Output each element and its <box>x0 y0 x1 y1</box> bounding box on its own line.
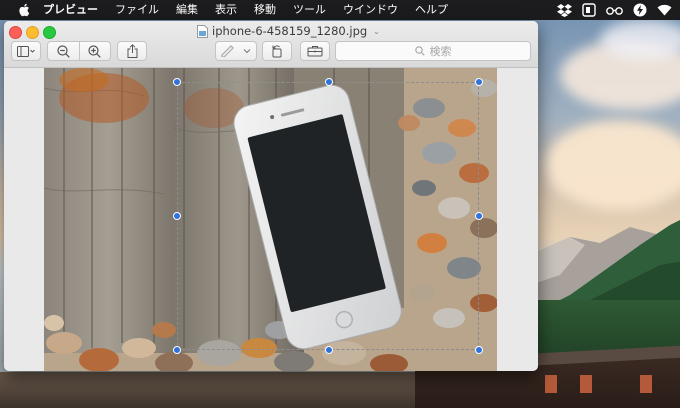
zoom-out-icon <box>57 44 70 58</box>
sidebar-toggle-icon <box>17 45 35 57</box>
search-placeholder: 検索 <box>429 45 452 58</box>
dropbox-icon[interactable] <box>557 3 572 17</box>
menu-file[interactable]: ファイル <box>115 0 159 20</box>
title-bar[interactable]: iphone-6-458159_1280.jpg ⌄ 検索 <box>4 21 538 68</box>
sidebar-toggle-button[interactable] <box>11 41 41 61</box>
chevron-down-icon[interactable]: ⌄ <box>373 27 380 36</box>
search-field[interactable]: 検索 <box>335 41 531 61</box>
markup-button[interactable] <box>215 41 257 61</box>
document-title-text: iphone-6-458159_1280.jpg <box>212 24 368 38</box>
rotate-icon <box>272 45 282 58</box>
menu-preview[interactable]: プレビュー <box>43 0 98 20</box>
zoom-button[interactable] <box>43 26 56 39</box>
document-title[interactable]: iphone-6-458159_1280.jpg ⌄ <box>197 23 380 39</box>
wifi-icon[interactable] <box>657 4 672 16</box>
share-button[interactable] <box>117 41 147 61</box>
apple-icon[interactable] <box>17 3 30 17</box>
lightning-icon[interactable] <box>633 3 647 17</box>
selection-handle-bottom-right[interactable] <box>475 346 483 354</box>
menu-window[interactable]: ウインドウ <box>343 0 398 20</box>
chevron-down-icon <box>243 49 251 54</box>
menu-help[interactable]: ヘルプ <box>415 0 448 20</box>
menu-view[interactable]: 表示 <box>215 0 237 20</box>
selection-handle-bottom[interactable] <box>325 346 333 354</box>
pen-markup-icon <box>221 45 234 57</box>
selection-handle-left[interactable] <box>173 212 181 220</box>
menu-edit[interactable]: 編集 <box>176 0 198 20</box>
selection-handle-right[interactable] <box>475 212 483 220</box>
menu-go[interactable]: 移動 <box>254 0 276 20</box>
selection-handle-top[interactable] <box>325 78 333 86</box>
selection-handle-top-right[interactable] <box>475 78 483 86</box>
minimize-button[interactable] <box>26 26 39 39</box>
selection-handle-top-left[interactable] <box>173 78 181 86</box>
image-canvas[interactable] <box>44 68 497 371</box>
zoom-out-button[interactable] <box>48 42 79 60</box>
zoom-in-icon <box>88 44 101 58</box>
status-tray <box>557 0 672 20</box>
menu-tools[interactable]: ツール <box>293 0 326 20</box>
toolbox-icon <box>307 46 323 57</box>
zoom-control <box>47 41 111 61</box>
preview-window: iphone-6-458159_1280.jpg ⌄ 検索 <box>4 21 538 371</box>
menu-bar: プレビュー ファイル 編集 表示 移動 ツール ウインドウ ヘルプ <box>0 0 680 20</box>
jpeg-file-icon <box>197 24 208 38</box>
glasses-icon[interactable] <box>606 5 623 15</box>
zoom-in-button[interactable] <box>80 42 111 60</box>
search-icon <box>414 46 425 56</box>
evernote-icon[interactable] <box>582 3 596 17</box>
share-icon <box>127 44 137 58</box>
close-button[interactable] <box>9 26 22 39</box>
selection-handle-bottom-left[interactable] <box>173 346 181 354</box>
toolbox-button[interactable] <box>300 41 330 61</box>
crop-selection[interactable] <box>173 78 483 354</box>
rotate-button[interactable] <box>262 41 292 61</box>
